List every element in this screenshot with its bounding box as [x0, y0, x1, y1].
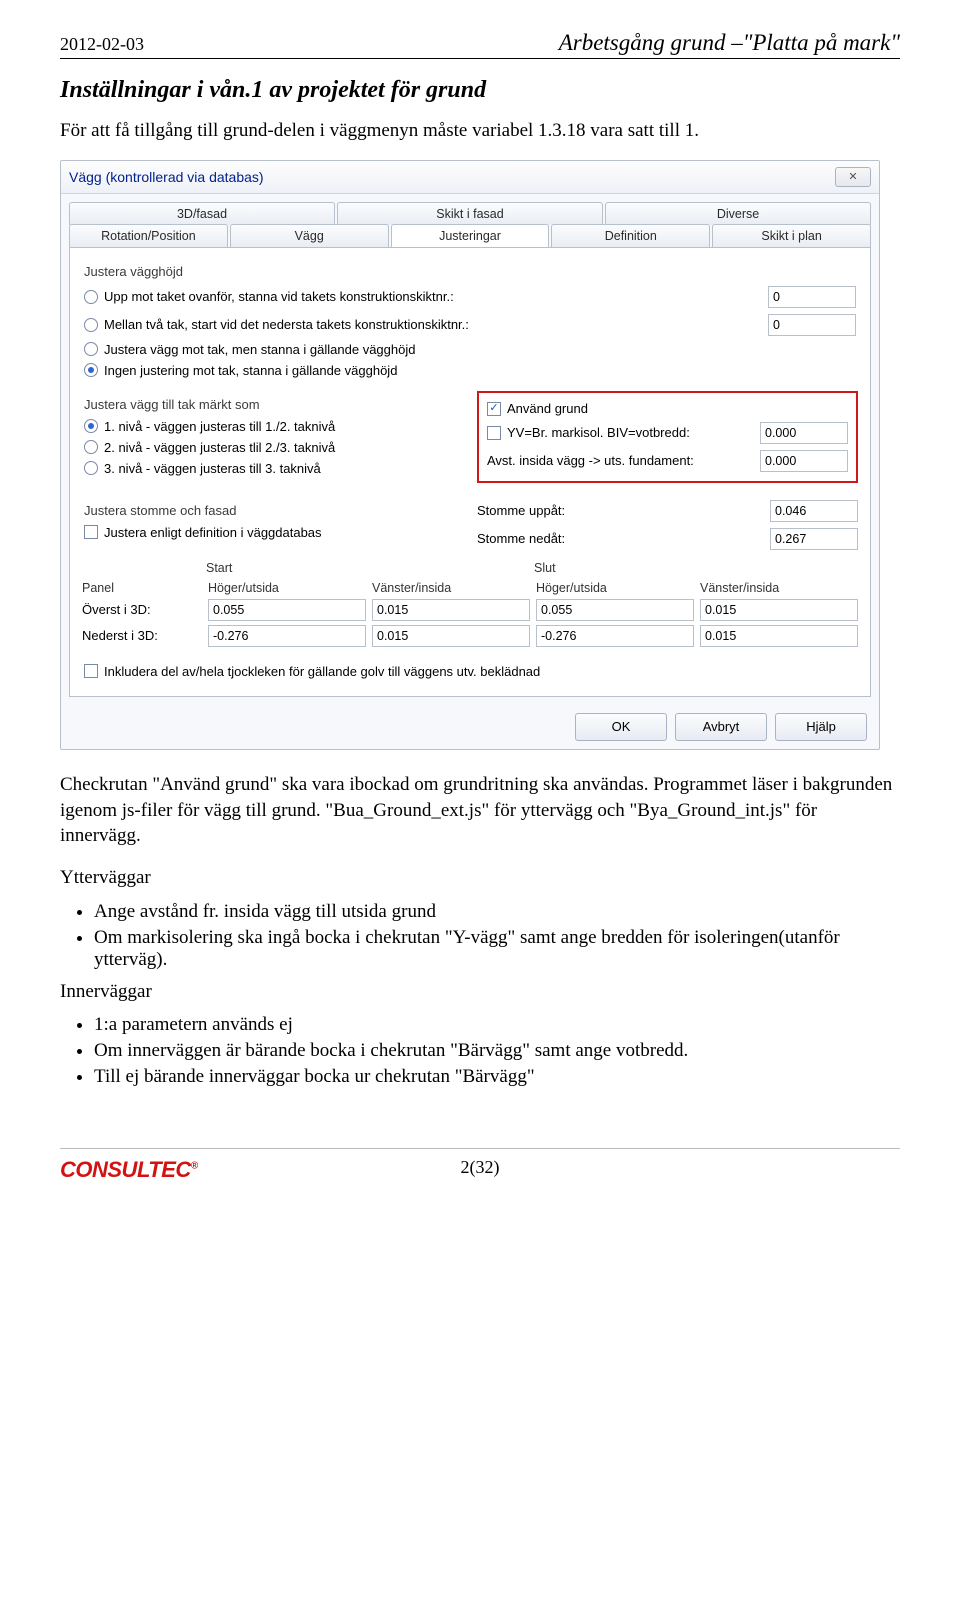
page-footer: CONSULTEC® 2(32): [60, 1148, 900, 1178]
height-value-1[interactable]: [768, 286, 856, 308]
check-yv[interactable]: [487, 426, 501, 440]
yv-value[interactable]: [760, 422, 848, 444]
col-slut-out: Höger/utsida: [536, 581, 694, 595]
val-r2c1[interactable]: [208, 625, 366, 647]
header-rule: [60, 58, 900, 59]
group-wall-height: Justera vägghöjd: [84, 264, 858, 279]
tab-3d-fasad[interactable]: 3D/fasad: [69, 202, 335, 225]
group-stomme: Justera stomme och fasad: [84, 503, 463, 518]
inner-list: 1:a parametern används ej Om innerväggen…: [94, 1014, 900, 1088]
radio-height-4[interactable]: [84, 363, 98, 377]
avst-value[interactable]: [760, 450, 848, 472]
close-button[interactable]: ✕: [835, 167, 871, 187]
panel-row-hdr: Panel: [82, 581, 202, 595]
superhead-slut: Slut: [530, 561, 858, 575]
radio-height-2[interactable]: [84, 318, 98, 332]
ytter-item-2: Om markisolering ska ingå bocka i chekru…: [94, 927, 900, 971]
doc-title: Arbetsgång grund –"Platta på mark": [559, 30, 900, 56]
val-r1c4[interactable]: [700, 599, 858, 621]
stomme-up-value[interactable]: [770, 500, 858, 522]
tab-vagg[interactable]: Vägg: [230, 224, 389, 247]
val-r1c3[interactable]: [536, 599, 694, 621]
group-mark: Justera vägg till tak märkt som: [84, 397, 463, 412]
val-r1c2[interactable]: [372, 599, 530, 621]
radio-height-3-label: Justera vägg mot tak, men stanna i gälla…: [104, 342, 415, 357]
tab-justeringar[interactable]: Justeringar: [391, 224, 550, 247]
check-stomme-db[interactable]: [84, 525, 98, 539]
tab-definition[interactable]: Definition: [551, 224, 710, 247]
dialog-title: Vägg (kontrollerad via databas): [69, 169, 264, 185]
panel-table-superhead: Start Slut: [82, 561, 858, 575]
panel-table: Panel Höger/utsida Vänster/insida Höger/…: [82, 581, 858, 647]
ok-button[interactable]: OK: [575, 713, 667, 741]
inner-item-2: Om innerväggen är bärande bocka i chekru…: [94, 1040, 900, 1062]
intro-paragraph: För att få tillgång till grund-delen i v…: [60, 118, 900, 144]
radio-mark-1[interactable]: [84, 419, 98, 433]
avst-label: Avst. insida vägg -> uts. fundament:: [487, 454, 754, 468]
radio-height-3[interactable]: [84, 342, 98, 356]
check-stomme-db-label: Justera enligt definition i väggdatabas: [104, 525, 322, 540]
check-yv-label: YV=Br. markisol. BIV=votbredd:: [507, 426, 754, 440]
radio-height-4-label: Ingen justering mot tak, stanna i gällan…: [104, 363, 397, 378]
cancel-button[interactable]: Avbryt: [675, 713, 767, 741]
logo: CONSULTEC®: [60, 1157, 198, 1183]
val-r2c2[interactable]: [372, 625, 530, 647]
ytter-item-1: Ange avstånd fr. insida vägg till utsida…: [94, 901, 900, 923]
row-top-label: Överst i 3D:: [82, 602, 202, 617]
check-use-grund-label: Använd grund: [507, 402, 848, 416]
ytter-list: Ange avstånd fr. insida vägg till utsida…: [94, 901, 900, 971]
page-number: 2(32): [461, 1157, 500, 1178]
tab-panel: Justera vägghöjd Upp mot taket ovanför, …: [69, 247, 871, 697]
radio-height-1[interactable]: [84, 290, 98, 304]
body-paragraph-1: Checkrutan "Använd grund" ska vara ibock…: [60, 772, 900, 849]
grund-highlight-box: Använd grund YV=Br. markisol. BIV=votbre…: [477, 391, 858, 483]
check-use-grund[interactable]: [487, 402, 501, 416]
col-slut-in: Vänster/insida: [700, 581, 858, 595]
tabs-row-2: Rotation/Position Vägg Justeringar Defin…: [61, 224, 879, 247]
radio-mark-3[interactable]: [84, 461, 98, 475]
wall-dialog: Vägg (kontrollerad via databas) ✕ 3D/fas…: [60, 160, 880, 750]
radio-mark-2-label: 2. nivå - väggen justeras tlil 2./3. tak…: [104, 440, 335, 455]
stomme-up-label: Stomme uppåt:: [477, 504, 764, 518]
tab-rotation[interactable]: Rotation/Position: [69, 224, 228, 247]
row-bot-label: Nederst i 3D:: [82, 628, 202, 643]
inner-item-1: 1:a parametern används ej: [94, 1014, 900, 1036]
stomme-dn-label: Stomme nedåt:: [477, 532, 764, 546]
val-r2c4[interactable]: [700, 625, 858, 647]
val-r2c3[interactable]: [536, 625, 694, 647]
col-start-out: Höger/utsida: [208, 581, 366, 595]
tab-skikt-plan[interactable]: Skikt i plan: [712, 224, 871, 247]
radio-height-2-label: Mellan två tak, start vid det nedersta t…: [104, 317, 469, 332]
check-include-thickness-label: Inkludera del av/hela tjockleken för gäl…: [104, 664, 540, 679]
dialog-buttons: OK Avbryt Hjälp: [61, 705, 879, 749]
col-start-in: Vänster/insida: [372, 581, 530, 595]
tabs-row-1: 3D/fasad Skikt i fasad Diverse: [61, 194, 879, 225]
ytter-heading: Ytterväggar: [60, 865, 900, 891]
radio-height-1-label: Upp mot taket ovanför, stanna vid takets…: [104, 289, 454, 304]
superhead-start: Start: [202, 561, 530, 575]
radio-mark-2[interactable]: [84, 440, 98, 454]
tab-skikt-fasad[interactable]: Skikt i fasad: [337, 202, 603, 225]
inner-item-3: Till ej bärande innerväggar bocka ur che…: [94, 1066, 900, 1088]
val-r1c1[interactable]: [208, 599, 366, 621]
dialog-titlebar: Vägg (kontrollerad via databas) ✕: [61, 161, 879, 194]
check-include-thickness[interactable]: [84, 664, 98, 678]
section-heading: Inställningar i vån.1 av projektet för g…: [60, 77, 900, 104]
stomme-dn-value[interactable]: [770, 528, 858, 550]
radio-mark-1-label: 1. nivå - väggen justeras till 1./2. tak…: [104, 419, 335, 434]
radio-mark-3-label: 3. nivå - väggen justeras till 3. takniv…: [104, 461, 321, 476]
height-value-2[interactable]: [768, 314, 856, 336]
doc-date: 2012-02-03: [60, 34, 144, 55]
tab-diverse[interactable]: Diverse: [605, 202, 871, 225]
help-button[interactable]: Hjälp: [775, 713, 867, 741]
inner-heading: Innerväggar: [60, 979, 900, 1005]
